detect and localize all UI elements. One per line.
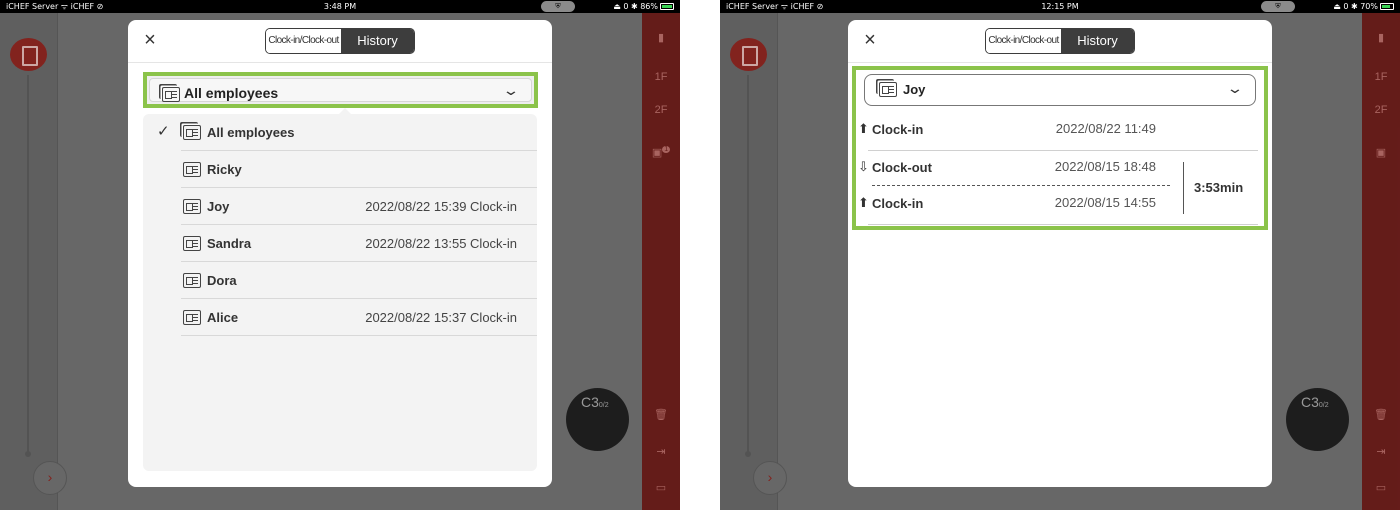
- list-item[interactable]: ✓ All employees: [157, 114, 537, 151]
- employee-dropdown-value: All employees: [184, 85, 279, 101]
- history-modal: × Clock-in/Clock-out History Joy ⌄ ⬆ Clo…: [848, 20, 1272, 487]
- battery-icon: [660, 3, 674, 10]
- modal-header: × Clock-in/Clock-out History: [848, 20, 1272, 63]
- employee-name: Alice: [207, 310, 239, 325]
- checkmark-icon: ✓: [157, 123, 170, 140]
- list-item[interactable]: Alice 2022/08/22 15:37 Clock-in: [181, 299, 537, 336]
- record-type: Clock-in: [872, 122, 924, 137]
- employees-stack-icon: [879, 82, 897, 97]
- mode-segmented-control: Clock-in/Clock-out History: [985, 28, 1135, 54]
- employee-name: Ricky: [207, 162, 242, 177]
- employee-last-clock: 2022/08/22 15:37 Clock-in: [365, 310, 517, 325]
- employee-card-icon: [183, 310, 201, 325]
- modal-header: × Clock-in/Clock-out History: [128, 20, 552, 63]
- chevron-down-icon: ⌄: [502, 82, 520, 98]
- employee-name: Joy: [207, 199, 230, 214]
- record-time: 2022/08/15 14:55: [1054, 195, 1156, 210]
- arrow-up-icon: ⬆: [858, 121, 869, 136]
- duration-divider: [1183, 162, 1184, 214]
- close-icon[interactable]: ×: [140, 30, 160, 50]
- employee-card-icon: [183, 236, 201, 251]
- history-record: ⇩ Clock-out 2022/08/15 18:48: [858, 150, 1160, 187]
- row-divider: [868, 224, 1258, 225]
- arrow-down-icon: ⇩: [858, 159, 869, 174]
- list-item[interactable]: Dora: [181, 262, 537, 299]
- history-highlight: Joy ⌄ ⬆ Clock-in 2022/08/22 11:49 ⇩ Cloc…: [852, 66, 1268, 230]
- employee-card-icon: [183, 199, 201, 214]
- employees-stack-icon: [183, 125, 201, 140]
- tab-history[interactable]: History: [341, 29, 414, 53]
- employee-dropdown-value: Joy: [903, 82, 926, 97]
- employee-name: Dora: [207, 273, 237, 288]
- status-battery: ⏏ 0 ✱ 70%: [1333, 0, 1394, 13]
- employee-name: All employees: [207, 125, 295, 140]
- battery-icon: [1380, 3, 1394, 10]
- employee-card-icon: [183, 273, 201, 288]
- status-battery: ⏏ 0 ✱ 86%: [613, 0, 674, 13]
- employee-modal: × Clock-in/Clock-out History All employe…: [128, 20, 552, 487]
- mode-segmented-control: Clock-in/Clock-out History: [265, 28, 415, 54]
- employee-dropdown[interactable]: All employees ⌄: [149, 78, 532, 102]
- arrow-up-icon: ⬆: [858, 195, 869, 210]
- chevron-down-icon: ⌄: [1226, 80, 1244, 96]
- tab-clock-in-out[interactable]: Clock-in/Clock-out: [266, 29, 341, 53]
- employee-dropdown[interactable]: Joy ⌄: [864, 74, 1256, 106]
- record-time: 2022/08/22 11:49: [1055, 121, 1156, 136]
- device-left: iCHEF Server ᯤ iCHEF ⊘ 3:48 PM ⛨ ⏏ 0 ✱ 8…: [0, 0, 680, 510]
- status-pill: ⛨: [1261, 1, 1295, 12]
- status-time: 12:15 PM: [1041, 2, 1079, 11]
- employee-last-clock: 2022/08/22 15:39 Clock-in: [365, 199, 517, 214]
- employee-last-clock: 2022/08/22 13:55 Clock-in: [365, 236, 517, 251]
- status-time: 3:48 PM: [323, 2, 357, 11]
- record-type: Clock-out: [872, 160, 932, 175]
- status-pill: ⛨: [541, 1, 575, 12]
- history-record: ⬆ Clock-in 2022/08/22 11:49: [858, 112, 1160, 149]
- list-item[interactable]: Sandra 2022/08/22 13:55 Clock-in: [181, 225, 537, 262]
- status-bar: iCHEF Server ᯤ iCHEF ⊘ 12:15 PM ⛨ ⏏ 0 ✱ …: [720, 0, 1400, 13]
- employee-filter-highlight: All employees ⌄: [143, 72, 538, 108]
- shift-duration: 3:53min: [1194, 180, 1244, 195]
- record-type: Clock-in: [872, 196, 924, 211]
- employee-name: Sandra: [207, 236, 252, 251]
- record-time: 2022/08/15 18:48: [1054, 159, 1156, 174]
- device-right: iCHEF Server ᯤ iCHEF ⊘ 12:15 PM ⛨ ⏏ 0 ✱ …: [720, 0, 1400, 510]
- history-record: ⬆ Clock-in 2022/08/15 14:55: [858, 186, 1160, 223]
- employee-card-icon: [183, 162, 201, 177]
- close-icon[interactable]: ×: [860, 30, 880, 50]
- list-item[interactable]: Ricky: [181, 151, 537, 188]
- tab-clock-in-out[interactable]: Clock-in/Clock-out: [986, 29, 1061, 53]
- employee-list: ✓ All employees Ricky Joy 2022/08/22 15:…: [143, 114, 537, 471]
- tab-history[interactable]: History: [1061, 29, 1134, 53]
- employees-stack-icon: [162, 87, 180, 102]
- status-bar: iCHEF Server ᯤ iCHEF ⊘ 3:48 PM ⛨ ⏏ 0 ✱ 8…: [0, 0, 680, 13]
- list-item[interactable]: Joy 2022/08/22 15:39 Clock-in: [181, 188, 537, 225]
